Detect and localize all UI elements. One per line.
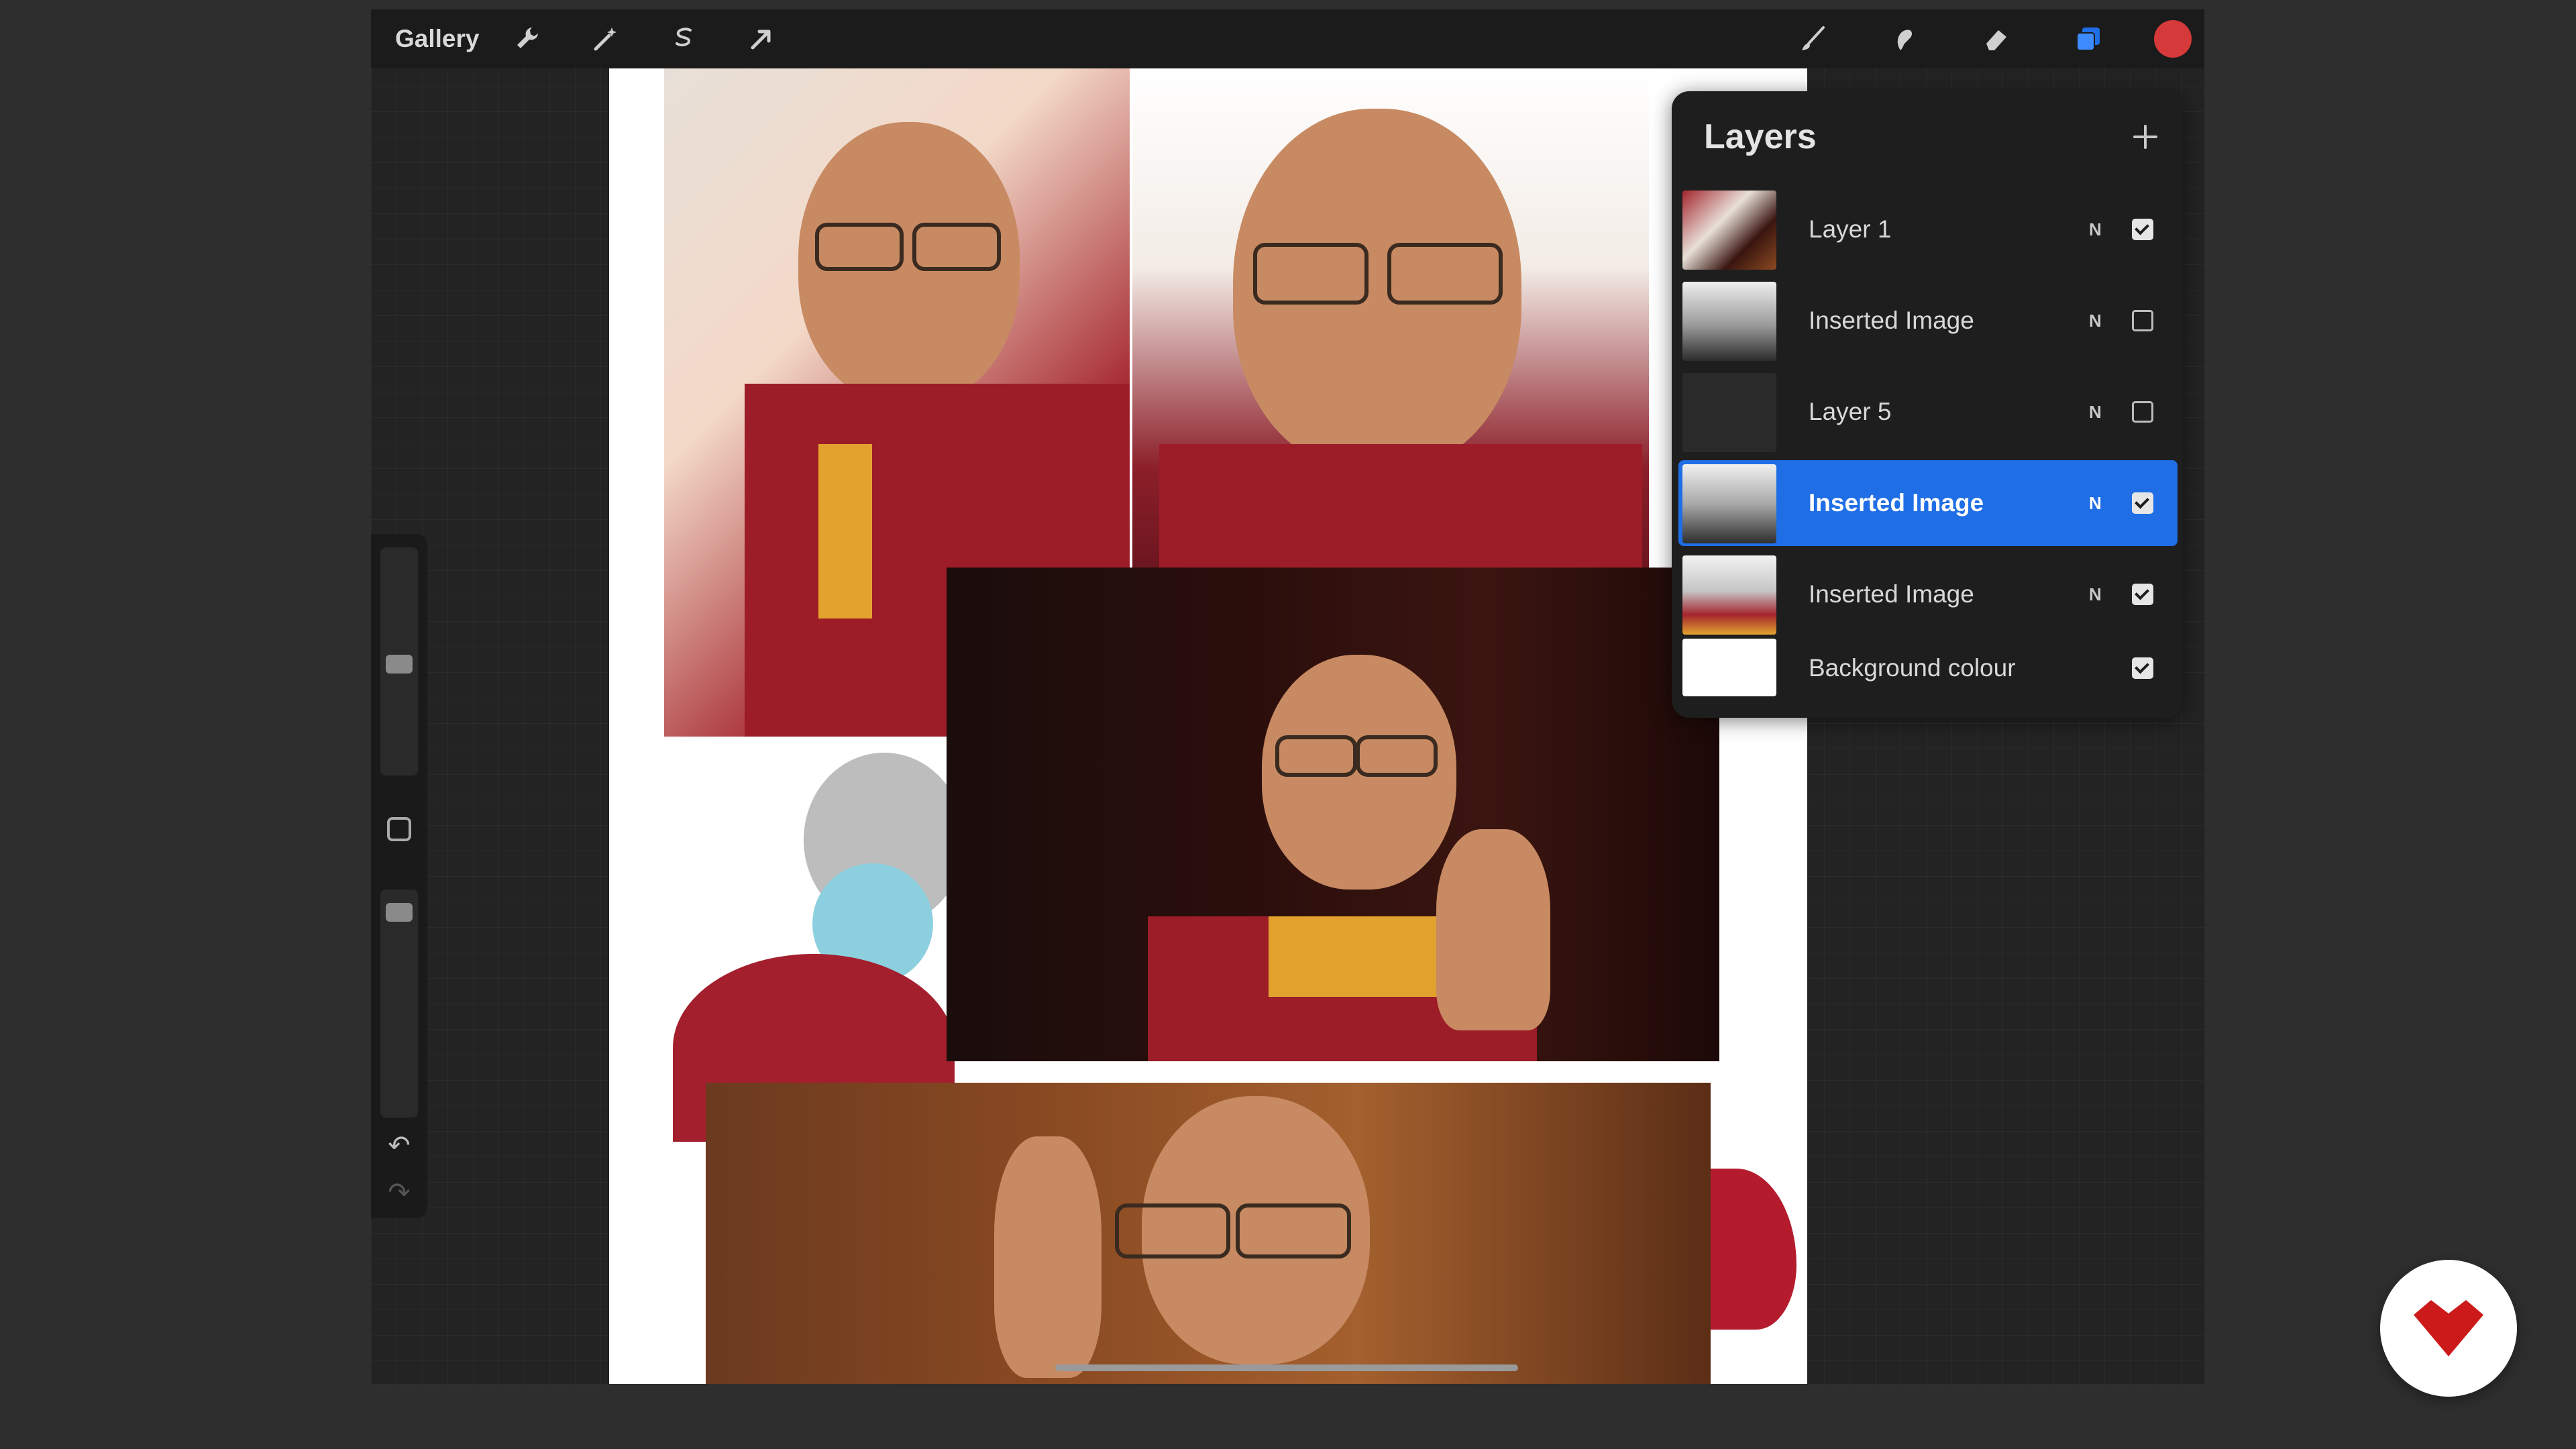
maroon-robe-shape-right [1696,1169,1796,1330]
layer-row[interactable]: Layer 1 N [1678,186,2178,272]
layers-panel: Layers Layer 1 N Inserted Image N Layer … [1672,91,2183,718]
drawing-canvas[interactable] [609,68,1807,1384]
brand-logo-badge [2380,1260,2517,1397]
visibility-checkbox[interactable] [2132,401,2153,423]
layer-row-background[interactable]: Background colour [1678,633,2178,719]
blend-mode-button[interactable]: N [2089,186,2102,272]
blend-mode-button[interactable]: N [2089,460,2102,546]
layer-thumbnail [1682,464,1776,543]
layer-thumbnail [1682,191,1776,270]
top-toolbar: Gallery [371,9,2204,68]
add-layer-icon[interactable] [2125,117,2165,157]
procreate-app: Gallery ↶ ↷ Layers Layer 1 N Inserted Im… [371,9,2204,1384]
visibility-checkbox[interactable] [2132,584,2153,605]
color-picker-button[interactable] [2154,20,2192,58]
wrench-icon[interactable] [508,19,549,59]
photo-praying [947,568,1719,1061]
brush-icon[interactable] [1793,19,1833,59]
visibility-checkbox[interactable] [2132,492,2153,514]
opacity-thumb[interactable] [386,903,413,922]
layer-thumbnail [1682,555,1776,635]
layer-row[interactable]: Inserted Image N [1678,551,2178,637]
photo-waving [706,1083,1711,1384]
layer-name: Inserted Image [1809,580,1974,608]
opacity-slider[interactable] [380,890,418,1118]
layer-row[interactable]: Inserted Image N [1678,278,2178,364]
brand-logo-icon [2414,1300,2483,1356]
magic-wand-icon[interactable] [586,19,626,59]
layer-thumbnail [1682,373,1776,452]
selection-icon[interactable] [664,19,704,59]
transform-arrow-icon[interactable] [741,19,782,59]
layer-name: Inserted Image [1809,489,1984,517]
layer-thumbnail [1682,282,1776,361]
blend-mode-button[interactable]: N [2089,369,2102,455]
modify-button[interactable] [387,817,411,841]
photo-portrait-right [1132,68,1649,568]
visibility-checkbox[interactable] [2132,310,2153,331]
layer-name: Layer 1 [1809,215,1892,243]
blend-mode-button[interactable]: N [2089,551,2102,637]
background-colour-swatch[interactable] [1682,639,1776,696]
brush-size-thumb[interactable] [386,655,413,674]
layer-row[interactable]: Layer 5 N [1678,369,2178,455]
redo-icon[interactable]: ↷ [384,1178,414,1208]
smudge-icon[interactable] [1884,19,1924,59]
side-slider-bar: ↶ ↷ [371,534,427,1218]
layer-name: Inserted Image [1809,307,1974,334]
layer-name: Layer 5 [1809,398,1892,425]
undo-icon[interactable]: ↶ [384,1131,414,1161]
brush-size-slider[interactable] [380,547,418,775]
visibility-checkbox[interactable] [2132,657,2153,679]
layers-icon[interactable] [2068,19,2108,59]
gallery-button[interactable]: Gallery [395,21,479,56]
layer-name: Background colour [1809,654,2016,682]
layers-title: Layers [1704,117,1817,156]
layer-row-selected[interactable]: Inserted Image N [1678,460,2178,546]
eraser-icon[interactable] [1976,19,2017,59]
blend-mode-button[interactable]: N [2089,278,2102,364]
visibility-checkbox[interactable] [2132,219,2153,240]
home-indicator [1055,1364,1518,1371]
